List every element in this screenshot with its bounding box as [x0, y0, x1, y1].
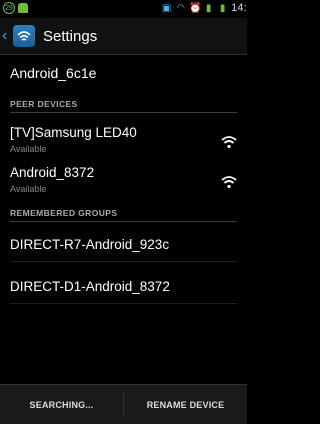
wifi-icon: ◠: [176, 2, 185, 14]
remembered-groups-header: REMEMBERED GROUPS: [10, 208, 237, 222]
peer-device-item[interactable]: [TV]Samsung LED40 Available: [10, 125, 237, 161]
android-icon: [18, 3, 28, 13]
searching-button[interactable]: SEARCHING...: [0, 385, 123, 424]
back-chevron-icon[interactable]: ‹: [2, 27, 10, 45]
clock: 14:: [231, 2, 247, 14]
status-bar: 29 ▣ ◠ ⏰ ▮ ▮ 14:: [0, 0, 247, 18]
peer-device-status: Available: [10, 184, 47, 194]
sim-icon: ▣: [161, 2, 172, 14]
remembered-group-item[interactable]: DIRECT-D1-Android_8372: [10, 269, 237, 304]
this-device-name: Android_6c1e: [10, 65, 97, 81]
notification-badge: 29: [3, 2, 15, 14]
wifi-signal-icon: [221, 136, 237, 149]
remembered-group-item[interactable]: DIRECT-R7-Android_923c: [10, 227, 237, 262]
peer-device-name: Android_8372: [10, 165, 95, 180]
peer-devices-header: PEER DEVICES: [10, 99, 237, 113]
peer-device-status: Available: [10, 144, 47, 154]
wifi-signal-icon: [221, 176, 237, 189]
bottom-action-bar: SEARCHING... RENAME DEVICE: [0, 384, 247, 424]
page-title[interactable]: Settings: [43, 28, 97, 45]
status-left: 29: [3, 2, 28, 14]
battery-icon: ▮: [219, 2, 226, 14]
action-bar: ‹ Settings: [0, 18, 247, 55]
alarm-icon: ⏰: [189, 2, 202, 14]
wifi-settings-icon[interactable]: [13, 25, 35, 47]
peer-device-item[interactable]: Android_8372 Available: [10, 165, 237, 201]
wifi-direct-content: Android_6c1e PEER DEVICES [TV]Samsung LE…: [0, 55, 247, 385]
signal-icon: ▮: [205, 2, 212, 14]
peer-device-name: [TV]Samsung LED40: [10, 125, 137, 140]
status-right: ▣ ◠ ⏰ ▮ ▮ 14:: [161, 2, 247, 14]
rename-device-button[interactable]: RENAME DEVICE: [124, 385, 247, 424]
